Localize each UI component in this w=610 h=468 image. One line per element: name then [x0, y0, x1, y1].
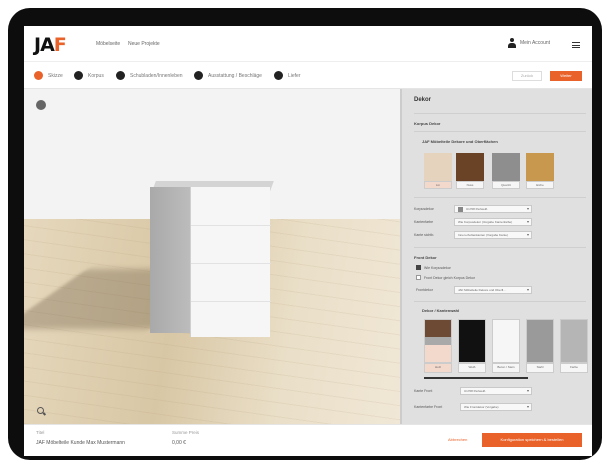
kantenfarbe-front-select[interactable]: Wie Frontdekor (Vorgabe): [460, 403, 532, 411]
front-seam: [191, 301, 271, 302]
step-label: Korpus: [88, 72, 104, 79]
logo-accent: F: [53, 34, 67, 56]
korpus-swatch-2[interactable]: [456, 153, 484, 181]
front-title: Front Dekor: [414, 255, 437, 260]
logo-text: JA: [34, 34, 55, 56]
step-1[interactable]: Skizze: [34, 71, 63, 80]
divider: [414, 197, 586, 198]
user-menu[interactable]: Mein Account: [508, 38, 550, 48]
3d-viewport[interactable]: [24, 89, 400, 424]
step-bar: Skizze Korpus Schubladen/Innenleben Auss…: [24, 62, 592, 89]
korpus-group-title: JAF Möbelteile Dekore und Oberflächen: [422, 139, 498, 144]
korpus-swatch-1[interactable]: [424, 153, 452, 181]
step-number: [116, 71, 125, 80]
decor-panel: Dekor Korpus Dekor JAF Möbelteile Dekore…: [402, 89, 592, 424]
step-label: Liefer: [288, 72, 301, 79]
cabinet-front[interactable]: [190, 187, 271, 337]
field-label: Kante Front: [414, 389, 433, 393]
step-4[interactable]: Ausstattung / Beschläge: [194, 71, 262, 80]
front-swatch-label: Holz: [424, 363, 452, 373]
checkbox-box: [416, 275, 421, 280]
korpus-swatch-label: Quarzit: [492, 181, 520, 189]
cabinet-side: [150, 187, 190, 333]
checkbox-label: Wie Korpusdekor: [424, 265, 451, 270]
korpus-swatch-label: Eiche: [526, 181, 554, 189]
field-label: Korpusdekor: [414, 207, 434, 211]
kantenfarbe-select[interactable]: Wie Korpusdekor (Vorgabe Kantenfarbe): [454, 218, 532, 226]
checkbox-box: [416, 265, 421, 270]
hamburger-menu-icon[interactable]: [572, 42, 580, 48]
field-label: Kante sichtb.: [414, 233, 435, 237]
cancel-button[interactable]: Abbrechen: [448, 437, 467, 442]
korpus-swatch-label: Lin: [424, 181, 452, 189]
front-swatch-label: Weiß: [458, 363, 486, 373]
back-button[interactable]: Zurück: [512, 71, 542, 81]
step-label: Schubladen/Innenleben: [130, 72, 183, 79]
step-number: [34, 71, 43, 80]
front-swatch-5[interactable]: [560, 319, 588, 363]
korpus-swatch-label: Nuss: [456, 181, 484, 189]
swatch-scrollbar[interactable]: [424, 377, 528, 379]
save-order-button[interactable]: Konfiguration speichern & bestellen: [482, 433, 582, 447]
step-number: [274, 71, 283, 80]
front-swatch-1[interactable]: [424, 319, 452, 363]
field-label: Frontdekor: [416, 288, 433, 292]
app-screen: JAF Möbelseite Neue Projekte Mein Accoun…: [24, 26, 592, 456]
top-bar: JAF Möbelseite Neue Projekte Mein Accoun…: [24, 26, 592, 62]
divider: [414, 301, 586, 302]
user-name: Mein Account: [520, 40, 551, 46]
footer-bar: Titel JAF Möbelteile Kunde Max Musterman…: [24, 424, 592, 456]
front-swatch-3[interactable]: [492, 319, 520, 363]
kante-front-select[interactable]: U1708 Perlweiß: [460, 387, 532, 395]
checkbox-front-gleich[interactable]: Front Dekor gleich Korpus Dekor: [416, 275, 475, 280]
front-seam: [191, 225, 271, 226]
panel-subtitle: Korpus Dekor: [414, 121, 441, 126]
step-3[interactable]: Schubladen/Innenleben: [116, 71, 183, 80]
step-label: Skizze: [48, 72, 63, 79]
step-2[interactable]: Korpus: [74, 71, 104, 80]
field-label: Kantenfarbe Front: [414, 405, 443, 409]
front-swatch-label: Farbe: [560, 363, 588, 373]
title-value[interactable]: JAF Möbelteile Kunde Max Mustermann: [36, 440, 125, 446]
front-swatch-2[interactable]: [458, 319, 486, 363]
step-number: [194, 71, 203, 80]
sum-value: 0,00 €: [172, 440, 186, 446]
front-group-title: Dekor / Kantenwahl: [422, 308, 460, 313]
korpusdekor-select[interactable]: U1708 Perlweiß: [454, 205, 532, 213]
front-swatch-label: Beton / Stein: [492, 363, 520, 373]
frontdekor-select[interactable]: JAF Möbelteile Dekore und Oberfl...: [454, 286, 532, 294]
kante-select[interactable]: Innen-/Außenkanten (Vorgabe Kante): [454, 231, 532, 239]
next-button[interactable]: Weiter: [550, 71, 582, 81]
zoom-icon[interactable]: [37, 407, 44, 414]
panel-title: Dekor: [414, 97, 432, 103]
step-number: [74, 71, 83, 80]
divider: [414, 113, 586, 114]
step-5[interactable]: Liefer: [274, 71, 301, 80]
logo[interactable]: JAF: [34, 34, 67, 56]
step-label: Ausstattung / Beschläge: [208, 72, 262, 79]
title-label: Titel: [36, 430, 45, 435]
front-swatch-4[interactable]: [526, 319, 554, 363]
field-label: Kantenfarbe: [414, 220, 434, 224]
view-settings-icon[interactable]: [36, 100, 46, 110]
checkbox-wie-korpus[interactable]: Wie Korpusdekor: [416, 265, 451, 270]
nav-link-moebelseite[interactable]: Möbelseite: [96, 41, 120, 47]
select-value: U1708 Perlweiß: [466, 207, 488, 211]
divider: [414, 131, 586, 132]
checkbox-label: Front Dekor gleich Korpus Dekor: [424, 275, 475, 280]
sum-label: Summe Preis: [172, 430, 200, 435]
nav-link-neue-projekte[interactable]: Neue Projekte: [128, 41, 160, 47]
korpus-swatch-3[interactable]: [492, 153, 520, 181]
user-icon: [508, 38, 516, 48]
korpus-swatch-4[interactable]: [526, 153, 554, 181]
color-chip: [458, 206, 463, 212]
front-swatch-label: Stahl: [526, 363, 554, 373]
divider: [414, 247, 586, 248]
front-seam: [191, 263, 271, 264]
